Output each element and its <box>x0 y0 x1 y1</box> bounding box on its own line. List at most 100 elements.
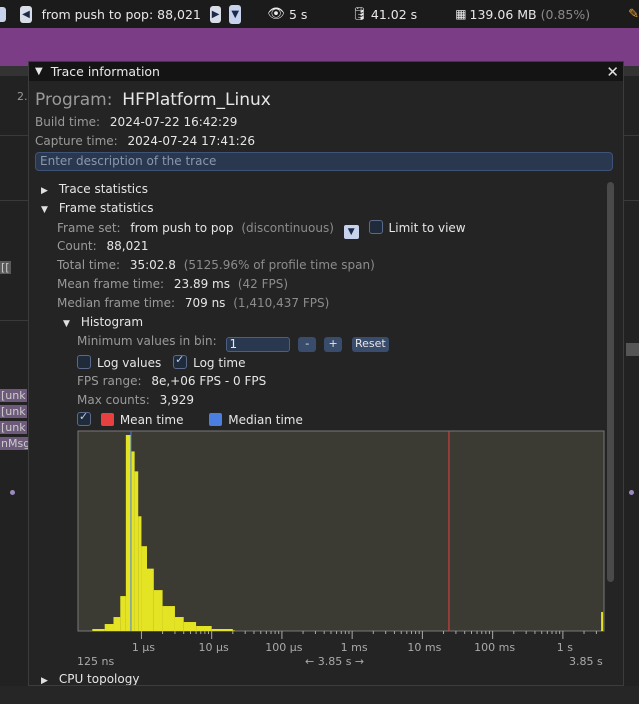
fps-range-value: 8e,+06 FPS - 0 FPS <box>151 374 267 388</box>
scrollbar[interactable] <box>607 182 614 582</box>
histogram-bar <box>138 516 142 631</box>
median-color-swatch <box>209 413 223 426</box>
section-trace-statistics[interactable]: Trace statistics <box>59 182 148 196</box>
log-time-label: Log time <box>193 356 246 370</box>
memory-percent: (0.85%) <box>540 6 591 22</box>
timeline-label[interactable]: [unk <box>0 405 27 418</box>
hamburger-icon[interactable] <box>0 6 7 22</box>
histogram-bar <box>153 590 163 631</box>
timeline-label[interactable]: [unk <box>0 421 27 434</box>
top-toolbar: ◀ from push to pop: 88,021 ▶ ▼ 👁 5 s 🛢 4… <box>0 0 639 28</box>
collapse-icon[interactable]: ▼ <box>63 319 77 329</box>
program-name: HFPlatform_Linux <box>122 90 271 110</box>
fps-range-label: FPS range: <box>77 374 142 388</box>
collapse-icon[interactable]: ▼ <box>35 66 43 77</box>
count-label: Count: <box>57 239 97 253</box>
frame-set-dropdown-icon[interactable]: ▼ <box>343 225 359 239</box>
histogram-bar <box>174 617 184 631</box>
dropdown-icon[interactable]: ▼ <box>229 4 242 24</box>
view-time: 5 s <box>288 6 308 22</box>
frame-label: from push to pop: 88,021 <box>41 6 201 22</box>
build-time-label: Build time: <box>35 115 101 129</box>
log-values-label: Log values <box>97 356 162 370</box>
timeline-tick-label: 2. <box>17 90 28 103</box>
min-bin-decrement-button[interactable]: - <box>298 337 317 352</box>
total-time-label: Total time: <box>57 258 120 272</box>
total-time-value: 35:02.8 <box>129 258 176 272</box>
axis-tick-label: 10 ms <box>407 641 441 654</box>
memory-usage: 139.06 MB <box>469 6 537 22</box>
histogram-bar <box>113 617 121 631</box>
histogram-bar <box>92 629 105 631</box>
axis-tick-label: 100 µs <box>265 641 302 654</box>
mean-median-checkbox[interactable] <box>77 410 91 426</box>
section-histogram[interactable]: Histogram <box>81 315 143 329</box>
frame-set-label: Frame set: <box>57 221 121 235</box>
median-frame-time: 709 ns <box>184 296 226 310</box>
timeline-label[interactable]: [unk <box>0 389 27 402</box>
axis-tick-label: 1 ms <box>341 641 368 654</box>
timeline-label[interactable]: [[ <box>0 261 11 274</box>
timeline-bottom-area <box>0 686 639 704</box>
window-title: Trace information <box>50 64 160 79</box>
trace-information-window: ▼ Trace information ✕ Program: HFPlatfor… <box>28 61 624 686</box>
min-bin-input[interactable]: 1 <box>226 337 291 352</box>
frame-time-histogram[interactable]: 1 µs 10 µs 100 µs 1 ms 10 ms 100 ms 1 s <box>77 430 605 662</box>
mean-time-legend: Mean time <box>119 413 184 427</box>
total-time-percent: (5125.96% of profile time span) <box>183 258 375 272</box>
timeline-left-area <box>0 76 28 686</box>
timeline-label[interactable]: nMsg <box>0 437 32 450</box>
histogram-bar <box>141 546 147 631</box>
mean-fps: (42 FPS) <box>237 277 289 291</box>
axis-tick-label: 10 µs <box>199 641 229 654</box>
section-frame-statistics[interactable]: Frame statistics <box>59 201 154 215</box>
histogram-bar <box>134 471 139 631</box>
limit-to-view-checkbox[interactable] <box>368 220 383 234</box>
histogram-bar <box>211 629 233 631</box>
histogram-bar <box>125 435 131 631</box>
mean-color-swatch <box>100 413 114 426</box>
database-icon: 🛢 <box>351 6 368 22</box>
axis-tick-label: 1 s <box>557 641 573 654</box>
timeline-right-area <box>624 76 639 686</box>
frame-set-value: from push to pop <box>130 221 234 235</box>
description-input[interactable]: Enter description of the trace <box>35 152 613 171</box>
median-fps: (1,410,437 FPS) <box>233 296 330 310</box>
count-value: 88,021 <box>106 239 149 253</box>
reset-button[interactable]: Reset <box>351 337 389 352</box>
window-titlebar[interactable]: ▼ Trace information <box>29 62 623 81</box>
axis-tick-label: 1 µs <box>132 641 155 654</box>
collapse-icon[interactable]: ▼ <box>41 205 55 215</box>
max-counts-value: 3,929 <box>159 393 194 407</box>
range-span-label: ← 3.85 s → <box>305 655 365 668</box>
program-label: Program: <box>35 90 113 110</box>
histogram-bar <box>162 606 175 631</box>
eye-icon: 👁 <box>267 6 285 22</box>
next-frame-icon[interactable]: ▶ <box>209 5 222 23</box>
histogram-bar <box>104 624 114 631</box>
min-bin-label: Minimum values in bin: <box>77 334 217 348</box>
prev-frame-icon[interactable]: ◀ <box>20 5 32 23</box>
trace-time: 41.02 s <box>370 6 418 22</box>
build-time: 2024-07-22 16:42:29 <box>109 115 238 129</box>
range-start-label: 125 ns <box>77 655 115 668</box>
histogram-bar <box>601 612 604 631</box>
log-values-checkbox[interactable] <box>77 355 91 369</box>
expand-icon[interactable]: ▶ <box>41 186 55 196</box>
log-time-checkbox[interactable] <box>173 353 188 369</box>
expand-icon[interactable]: ▶ <box>41 676 55 685</box>
mean-frame-time-label: Mean frame time: <box>57 277 165 291</box>
max-counts-label: Max counts: <box>77 393 150 407</box>
histogram-bar <box>196 626 212 631</box>
histogram-bar <box>120 596 126 631</box>
axis-tick-label: 100 ms <box>474 641 515 654</box>
min-bin-increment-button[interactable]: + <box>324 337 343 352</box>
section-cpu-topology[interactable]: CPU topology <box>59 672 140 685</box>
histogram-bar <box>183 622 197 631</box>
memory-icon: ▦ <box>455 7 466 21</box>
close-icon[interactable]: ✕ <box>606 63 619 81</box>
median-time-legend: Median time <box>228 413 303 427</box>
pencil-icon[interactable]: ✎ <box>628 7 639 22</box>
median-frame-time-label: Median frame time: <box>57 296 176 310</box>
limit-to-view-label: Limit to view <box>388 221 466 235</box>
